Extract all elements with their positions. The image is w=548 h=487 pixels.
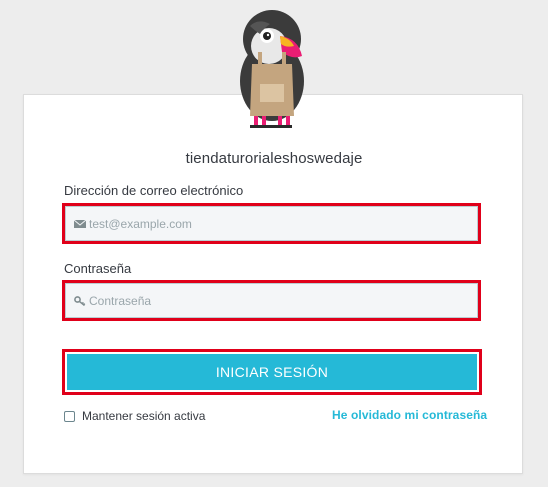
password-field-highlight bbox=[62, 280, 481, 321]
password-label: Contraseña bbox=[64, 261, 132, 276]
email-field[interactable] bbox=[65, 206, 478, 241]
stay-logged-in-row[interactable]: Mantener sesión activa bbox=[64, 408, 205, 424]
shop-name: tiendaturorialeshoswedaje bbox=[185, 150, 363, 167]
login-button-highlight: INICIAR SESIÓN bbox=[62, 349, 482, 395]
envelope-icon bbox=[74, 219, 86, 228]
password-field[interactable] bbox=[65, 283, 478, 318]
key-icon bbox=[74, 296, 86, 306]
email-field-highlight bbox=[62, 203, 481, 244]
email-label: Dirección de correo electrónico bbox=[64, 183, 244, 198]
stay-logged-in-checkbox[interactable] bbox=[64, 410, 75, 422]
forgot-password-link[interactable]: He olvidado mi contraseña bbox=[332, 408, 487, 422]
puffin-mascot-icon bbox=[240, 10, 304, 128]
stay-logged-in-label[interactable]: Mantener sesión activa bbox=[82, 409, 205, 423]
login-button[interactable]: INICIAR SESIÓN bbox=[67, 354, 477, 390]
